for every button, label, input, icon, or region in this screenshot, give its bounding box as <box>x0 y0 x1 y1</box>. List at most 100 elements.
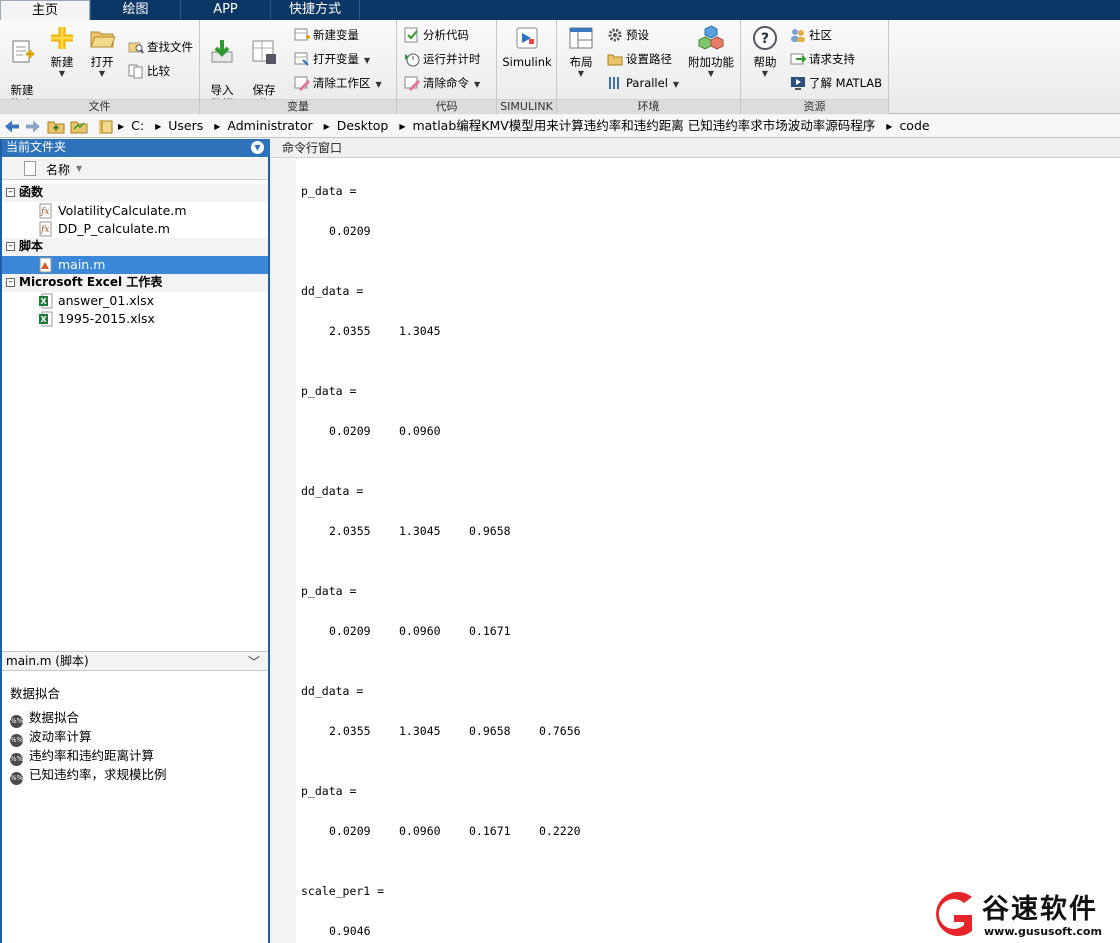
file-item-selected[interactable]: main.m <box>2 256 268 274</box>
function-file-icon: fx <box>39 221 52 237</box>
tab-apps[interactable]: APP <box>180 0 270 20</box>
chevron-down-icon[interactable]: ﹀ <box>248 653 260 671</box>
clear-workspace-button[interactable]: 清除工作区 ▼ <box>294 73 382 93</box>
command-window[interactable]: 命令行窗口 p_data = 0.0209 dd_data = 2.0355 1.… <box>272 139 1120 943</box>
simulink-button[interactable]: Simulink <box>501 24 553 69</box>
breadcrumb-item[interactable]: Users <box>168 115 203 137</box>
collapse-icon[interactable]: – <box>6 242 15 251</box>
back-arrow-icon[interactable] <box>3 118 21 135</box>
group-label-resources: 资源 <box>741 99 888 114</box>
dropdown-arrow-icon: ▼ <box>58 69 66 78</box>
file-item[interactable]: X answer_01.xlsx <box>2 292 268 310</box>
tab-home[interactable]: 主页 <box>0 0 90 21</box>
file-list-header[interactable]: 名称 ▼ <box>2 158 268 180</box>
tab-plots[interactable]: 绘图 <box>90 0 180 20</box>
parallel-icon <box>609 77 619 89</box>
dropdown-arrow-icon: ▼ <box>707 69 715 78</box>
name-column-header[interactable]: 名称 <box>46 161 70 178</box>
ribbon-group-code: 分析代码 运行并计时 清除命令 ▼ 代码 <box>397 20 497 114</box>
breadcrumb-item[interactable]: matlab编程KMV模型用来计算违约率和违约距离 已知违约率求市场波动率源码程… <box>412 115 875 137</box>
dropdown-arrow-icon: ▼ <box>672 80 680 89</box>
new-button[interactable]: 新建 ▼ <box>42 24 82 79</box>
svg-text:X: X <box>41 315 48 324</box>
ribbon: 新建 脚本 新建 ▼ 打开 ▼ 查找文件 比较 文件 导入 数据 保存 工作区 <box>0 20 1120 114</box>
output-values: 0.9046 <box>329 924 371 938</box>
output-values: 0.0209 <box>329 224 371 238</box>
breadcrumb: ▶ C: ▶ Users ▶ Administrator ▶ Desktop ▶ matl… <box>118 115 937 138</box>
gususoft-logo-icon <box>936 892 972 936</box>
group-label-code: 代码 <box>397 99 496 114</box>
excel-file-icon: X <box>39 311 53 327</box>
watermark: 谷速软件 www.gususoft.com <box>920 886 1120 943</box>
tab-shortcuts[interactable]: 快捷方式 <box>270 0 360 20</box>
section-icon: %% <box>10 772 23 785</box>
breadcrumb-item[interactable]: code <box>899 115 929 137</box>
output-variable-name: p_data = <box>301 584 357 598</box>
collapse-icon[interactable]: – <box>6 278 15 287</box>
file-item[interactable]: fx VolatilityCalculate.m <box>2 202 268 220</box>
help-button[interactable]: ? 帮助 ▼ <box>745 24 785 79</box>
script-file-icon <box>39 257 52 273</box>
new-script-icon <box>12 40 34 63</box>
find-files-button[interactable]: 查找文件 <box>128 37 193 57</box>
clear-commands-button[interactable]: 清除命令 ▼ <box>404 73 480 93</box>
new-variable-button[interactable]: 新建变量 <box>294 25 359 45</box>
new-script-button[interactable]: 新建 脚本 <box>2 24 42 111</box>
watermark-text: 谷速软件 <box>982 894 1098 925</box>
group-label-variable: 变量 <box>200 99 396 114</box>
group-label-file: 文件 <box>0 99 199 114</box>
browse-folder-icon[interactable] <box>70 118 88 135</box>
up-folder-icon[interactable] <box>47 118 65 135</box>
breadcrumb-item[interactable]: Desktop <box>337 115 389 137</box>
code-section-item[interactable]: %% 数据拟合 <box>10 710 79 728</box>
set-path-icon <box>607 54 623 66</box>
save-workspace-button[interactable]: 保存 工作区 <box>244 24 284 111</box>
add-ons-button[interactable]: 附加功能 ▼ <box>685 24 737 79</box>
preferences-button[interactable]: 预设 <box>607 25 649 45</box>
code-section-item[interactable]: %% 波动率计算 <box>10 729 92 747</box>
parallel-button[interactable]: Parallel ▼ <box>607 73 679 93</box>
forward-arrow-icon[interactable] <box>24 118 42 135</box>
open-variable-button[interactable]: 打开变量 ▼ <box>294 49 370 69</box>
tree-group-excel[interactable]: – Microsoft Excel 工作表 <box>2 274 268 292</box>
open-variable-icon <box>294 52 309 66</box>
import-data-button[interactable]: 导入 数据 <box>202 24 242 111</box>
run-and-time-icon <box>405 53 420 67</box>
panel-actions-icon[interactable]: ▼ <box>251 141 264 154</box>
community-button[interactable]: 社区 <box>790 25 832 45</box>
ribbon-group-file: 新建 脚本 新建 ▼ 打开 ▼ 查找文件 比较 文件 <box>0 20 200 114</box>
import-data-icon <box>211 40 233 63</box>
tree-group-functions[interactable]: – 函数 <box>2 184 268 202</box>
help-icon: ? <box>753 26 777 50</box>
breadcrumb-item[interactable]: C: <box>131 115 144 137</box>
compare-button[interactable]: 比较 <box>128 61 170 81</box>
breadcrumb-separator-icon: ▶ <box>214 122 221 131</box>
save-workspace-icon <box>252 40 276 64</box>
breadcrumb-separator-icon: ▶ <box>155 122 162 131</box>
support-icon <box>790 53 806 65</box>
new-plus-icon <box>51 27 73 49</box>
collapse-icon[interactable]: – <box>6 188 15 197</box>
open-button[interactable]: 打开 ▼ <box>82 24 122 79</box>
learn-matlab-button[interactable]: 了解 MATLAB <box>790 73 882 93</box>
group-label-simulink: SIMULINK <box>497 99 556 114</box>
breadcrumb-separator-icon: ▶ <box>118 122 125 131</box>
run-and-time-button[interactable]: 运行并计时 <box>404 49 481 69</box>
dropdown-arrow-icon: ▼ <box>98 69 106 78</box>
breadcrumb-separator-icon: ▶ <box>399 122 406 131</box>
file-item[interactable]: X 1995-2015.xlsx <box>2 310 268 328</box>
code-section-item[interactable]: %% 违约率和违约距离计算 <box>10 748 154 766</box>
details-panel-header[interactable]: main.m (脚本) ﹀ <box>2 651 268 671</box>
output-values: 2.0355 1.3045 0.9658 0.7656 <box>329 724 581 738</box>
request-support-button[interactable]: 请求支持 <box>790 49 855 69</box>
address-bar: ▶ C: ▶ Users ▶ Administrator ▶ Desktop ▶ matl… <box>0 115 1120 138</box>
analyze-code-button[interactable]: 分析代码 <box>404 25 469 45</box>
sort-arrow-icon: ▼ <box>76 164 83 173</box>
svg-text:fx: fx <box>40 225 49 235</box>
set-path-button[interactable]: 设置路径 <box>607 49 672 69</box>
layout-button[interactable]: 布局 ▼ <box>561 24 601 79</box>
file-item[interactable]: fx DD_P_calculate.m <box>2 220 268 238</box>
code-section-item[interactable]: %% 已知违约率，求规模比例 <box>10 767 167 785</box>
tree-group-scripts[interactable]: – 脚本 <box>2 238 268 256</box>
breadcrumb-item[interactable]: Administrator <box>227 115 312 137</box>
